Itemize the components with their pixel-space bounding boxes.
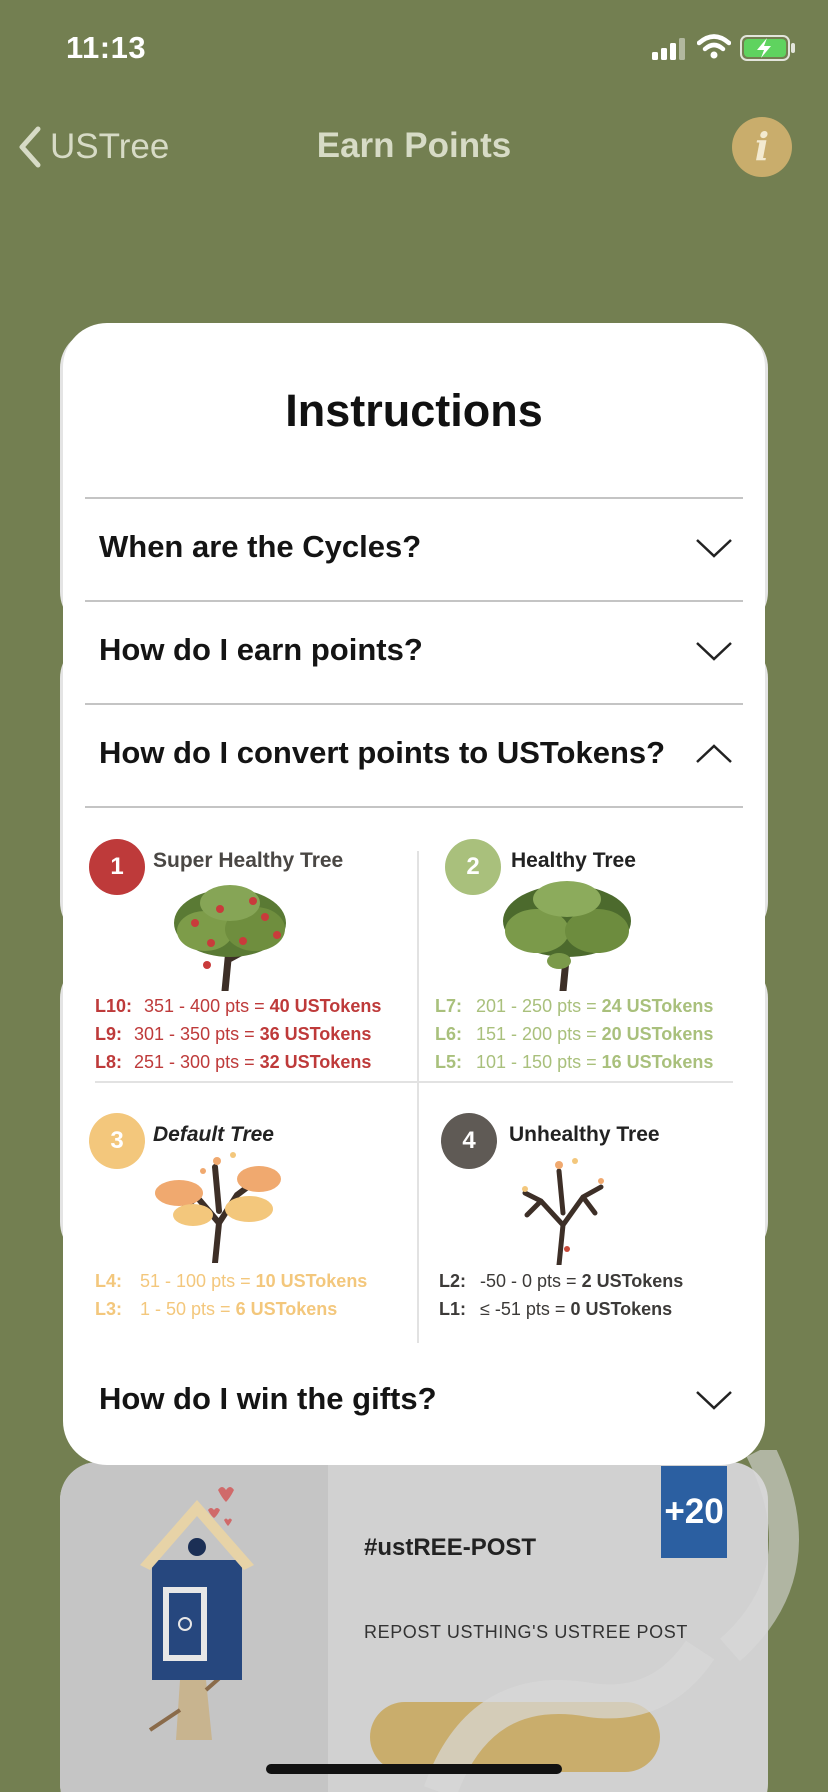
level-row: L8: 251 - 300 pts = 32 USTokens	[95, 1052, 372, 1072]
battery-charging-icon	[740, 35, 795, 61]
level-row: L2: -50 - 0 pts = 2 USTokens	[439, 1271, 684, 1291]
tree-card-healthy: 2 Healthy Tree L7: 201 - 250 pts = 24 US…	[429, 807, 749, 1072]
chevron-down-icon	[696, 539, 732, 558]
status-time: 11:13	[66, 30, 147, 65]
modal-title: Instructions	[285, 385, 543, 436]
level-row: L9: 301 - 350 pts = 36 USTokens	[95, 1024, 372, 1044]
home-indicator[interactable]	[266, 1764, 562, 1774]
tree-name: Default Tree	[153, 1123, 274, 1146]
level-row: L7: 201 - 250 pts = 24 USTokens	[435, 996, 714, 1016]
info-button[interactable]: i	[732, 117, 792, 177]
tree-number-badge: 3	[89, 1113, 145, 1169]
level-row: L1: ≤ -51 pts = 0 USTokens	[439, 1299, 673, 1319]
instructions-modal: Instructions When are the Cycles? How do…	[63, 323, 765, 1465]
faq-question: How do I convert points to USTokens?	[99, 735, 666, 770]
status-bar: 11:13	[0, 0, 828, 100]
activity-image-panel	[60, 1462, 328, 1792]
tree-number-badge: 1	[89, 839, 145, 895]
tree-number-badge: 4	[441, 1113, 497, 1169]
wifi-icon	[697, 34, 731, 59]
birdhouse-illustration	[140, 1487, 254, 1740]
divider	[417, 851, 419, 1343]
background-decoration	[423, 1450, 799, 1792]
level-row: L5: 101 - 150 pts = 16 USTokens	[435, 1052, 714, 1072]
level-row: L4: 51 - 100 pts = 10 USTokens	[95, 1271, 368, 1291]
faq-convert-points[interactable]: How do I convert points to USTokens?	[85, 703, 743, 807]
chevron-up-icon	[696, 744, 732, 763]
faq-question: How do I earn points?	[99, 632, 423, 667]
nav-bar: USTree Earn Points i	[0, 100, 828, 190]
faq-win-gifts[interactable]: How do I win the gifts?	[85, 1351, 743, 1455]
tree-card-unhealthy: 4 Unhealthy Tree L2: -50 - 0 pts = 2 UST…	[429, 1083, 749, 1333]
tree-name: Healthy Tree	[511, 849, 636, 872]
tree-name: Unhealthy Tree	[509, 1123, 660, 1146]
faq-question: When are the Cycles?	[99, 529, 422, 564]
tree-levels-grid: 1 Super Healthy Tree L10: 351 - 400 pts …	[85, 807, 743, 1343]
healthy-tree-illustration	[503, 881, 631, 991]
faq-cycles[interactable]: When are the Cycles?	[85, 497, 743, 601]
faq-earn-points[interactable]: How do I earn points?	[85, 600, 743, 704]
default-tree-illustration	[155, 1152, 281, 1263]
level-row: L3: 1 - 50 pts = 6 USTokens	[95, 1299, 338, 1319]
signal-icon	[652, 38, 685, 60]
tree-name: Super Healthy Tree	[153, 849, 344, 872]
tree-number-badge: 2	[445, 839, 501, 895]
faq-question: How do I win the gifts?	[99, 1381, 437, 1416]
page-title: Earn Points	[316, 126, 512, 165]
unhealthy-tree-illustration	[522, 1158, 604, 1265]
super-healthy-tree-illustration	[174, 885, 286, 991]
chevron-down-icon	[696, 642, 732, 661]
tree-card-super-healthy: 1 Super Healthy Tree L10: 351 - 400 pts …	[85, 807, 405, 1072]
level-row: L10: 351 - 400 pts = 40 USTokens	[95, 996, 382, 1016]
tree-card-default: 3 Default Tree L4: 51 - 100 pts = 10 UST…	[85, 1083, 405, 1333]
chevron-down-icon	[696, 1391, 732, 1410]
level-row: L6: 151 - 200 pts = 20 USTokens	[435, 1024, 714, 1044]
